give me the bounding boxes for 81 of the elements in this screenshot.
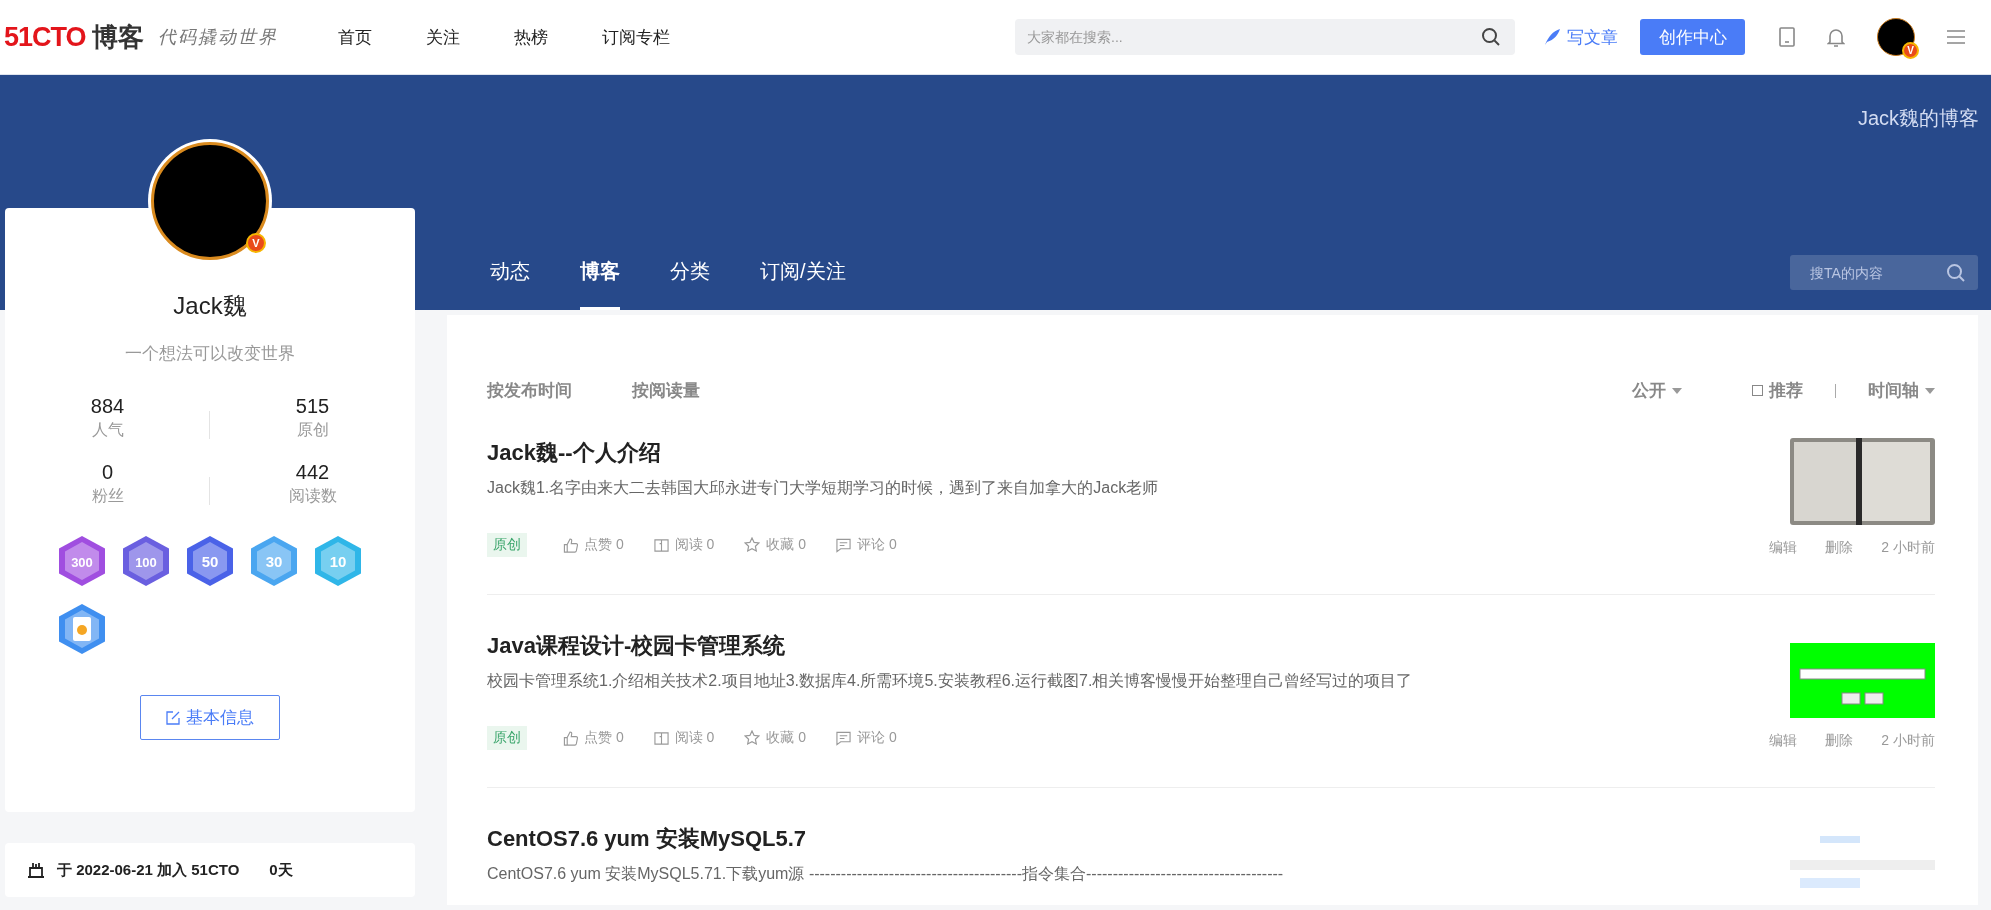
days-count: 0天 [269, 860, 293, 880]
search-field[interactable]: 大家都在搜索... [1015, 19, 1515, 55]
star-icon [744, 537, 761, 553]
book-icon [653, 730, 669, 746]
stat-value: 442 [295, 461, 330, 484]
site-logo-suffix[interactable]: 博客 [91, 19, 144, 55]
slogan: 代码撬动世界 [157, 25, 278, 49]
original-tag: 原创 [487, 726, 527, 750]
blog-tab[interactable]: 动态 [490, 258, 530, 310]
stat-value: 884 [90, 395, 125, 418]
article-stat: 阅读 0 [653, 729, 715, 747]
caret-down-icon [1672, 387, 1682, 394]
thumbs-up-icon [563, 730, 578, 746]
user-name: Jack魏 [173, 291, 247, 321]
user-bio: 一个想法可以改变世界 [125, 343, 295, 365]
article-summary: 校园卡管理系统1.介绍相关技术2.项目地址3.数据库4.所需环境5.安装教程6.运行截图7.相关博客慢慢开始整理自己曾经写过的项目了 [487, 671, 1413, 691]
nav-link[interactable]: 热榜 [513, 25, 548, 49]
article-stat: 评论 0 [836, 729, 897, 747]
original-tag: 原创 [487, 533, 527, 557]
level-badge: 50 [186, 535, 234, 587]
comment-icon [836, 537, 852, 553]
stat-label: 原创 [296, 420, 329, 440]
tablet-icon[interactable] [1779, 27, 1795, 47]
stat-label: 人气 [91, 420, 124, 440]
blog-tab[interactable]: 订阅/关注 [760, 258, 846, 310]
recommend-checkbox[interactable]: 推荐 [1752, 379, 1803, 402]
article-stat: 收藏 0 [744, 536, 807, 554]
article-title[interactable]: CentOS7.6 yum 安装MySQL5.7 [487, 824, 1284, 854]
publish-time: 2 小时前 [1881, 732, 1935, 750]
article-title[interactable]: Java课程设计-校园卡管理系统 [487, 631, 1413, 661]
article-summary: Jack魏1.名字由来大二去韩国大邱永进专门大学短期学习的时候，遇到了来自加拿大的Jack老师 [487, 478, 1159, 498]
book-icon [653, 537, 669, 553]
sort-option[interactable]: 按发布时间 [487, 379, 572, 402]
blog-tab[interactable]: 博客 [580, 258, 620, 310]
basic-info-button[interactable]: 基本信息 [140, 695, 280, 740]
article-stat: 评论 0 [836, 536, 897, 554]
timeline-dropdown[interactable]: 时间轴 [1868, 379, 1935, 402]
caret-down-icon [1925, 387, 1935, 394]
creator-center-button[interactable]: 创作中心 [1640, 19, 1745, 55]
avatar-image[interactable]: V [151, 142, 269, 260]
verified-badge: V [246, 233, 266, 253]
level-badge: 300 [58, 535, 106, 587]
menu-icon[interactable] [1947, 29, 1965, 45]
stat-value: 515 [295, 395, 330, 418]
stat-label: 阅读数 [288, 486, 337, 506]
id-card-badge [58, 603, 106, 655]
comment-icon [836, 730, 852, 746]
article-action-link[interactable]: 编辑 [1769, 732, 1798, 750]
article-action-link[interactable]: 删除 [1825, 732, 1854, 750]
star-icon [744, 730, 761, 746]
level-badge: 30 [250, 535, 298, 587]
nav-link[interactable]: 订阅专栏 [601, 25, 670, 49]
level-badge: 10 [314, 535, 362, 587]
edit-icon [166, 710, 180, 725]
publish-time: 2 小时前 [1881, 539, 1935, 557]
article-stat: 收藏 0 [744, 729, 807, 747]
level-badge: 100 [122, 535, 170, 587]
blog-tab[interactable]: 分类 [670, 258, 710, 310]
article-stat: 阅读 0 [653, 536, 715, 554]
article-stat: 点赞 0 [563, 536, 624, 554]
sort-option[interactable]: 按阅读量 [632, 379, 700, 402]
join-date-text: 于 2022-06-21 加入 51CTO [57, 860, 240, 880]
article-action-link[interactable]: 删除 [1825, 539, 1854, 557]
article-summary: CentOS7.6 yum 安装MySQL5.71.下载yum源 ----------------------------------------指令集合------------------------------------- [487, 864, 1284, 884]
visibility-dropdown[interactable]: 公开 [1632, 379, 1682, 402]
verified-badge: V [1902, 42, 1919, 59]
blog-title: Jack魏的博客 [1857, 106, 1979, 131]
bell-icon[interactable] [1827, 27, 1845, 47]
stat-label: 粉丝 [91, 486, 124, 506]
site-logo[interactable]: 51CTO [4, 21, 86, 53]
article-title[interactable]: Jack魏--个人介绍 [487, 438, 1159, 468]
feather-icon [1543, 28, 1561, 46]
search-icon[interactable] [1481, 27, 1501, 47]
calendar-icon [27, 862, 45, 878]
thumbs-up-icon [563, 537, 578, 553]
stat-value: 0 [101, 461, 114, 484]
write-article-link[interactable]: 写文章 [1543, 25, 1618, 49]
nav-link[interactable]: 首页 [337, 25, 372, 49]
article-stat: 点赞 0 [563, 729, 624, 747]
article-action-link[interactable]: 编辑 [1769, 539, 1798, 557]
nav-link[interactable]: 关注 [425, 25, 460, 49]
